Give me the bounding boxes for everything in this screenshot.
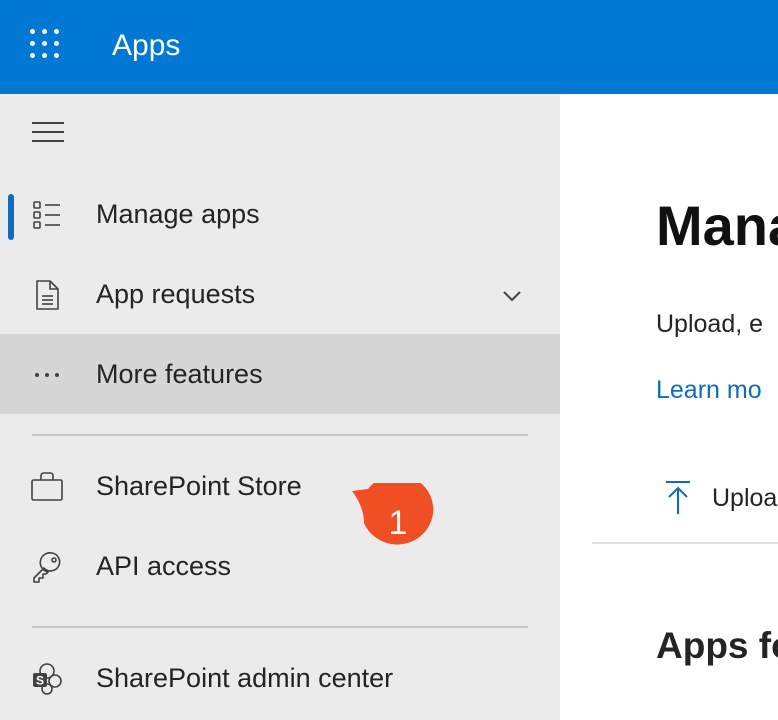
sidebar-item-label: App requests [96,279,256,309]
sidebar-item-label: SharePoint Store [96,471,302,501]
sidebar-divider [32,434,528,436]
more-icon [35,373,59,377]
command-bar-divider [592,542,778,544]
document-icon [36,280,59,310]
sidebar-item-sharepoint-store[interactable]: SharePoint Store [0,446,560,526]
top-bar: Apps [0,0,778,94]
callout-number: 1 [388,504,408,542]
sidebar-item-sharepoint-admin-center[interactable]: S SharePoint admin center [0,638,560,718]
main-content: Mana Upload, e Learn mo Uploa Apps fo [560,94,778,720]
sidebar-item-label: Manage apps [96,199,260,229]
list-icon [33,201,60,229]
sharepoint-icon: S [33,663,62,695]
sidebar-item-label: More features [96,359,263,389]
sidebar-item-label: SharePoint admin center [96,663,394,693]
upload-icon [666,481,690,514]
sidebar-nav: Manage apps App requests More features S… [0,94,560,720]
sidebar-item-app-requests[interactable]: App requests [0,254,560,334]
app-launcher-icon[interactable] [30,29,64,61]
sidebar-item-manage-apps[interactable]: Manage apps [0,174,560,254]
page-title: Mana [656,194,778,257]
sidebar-item-label: API access [96,551,232,581]
chevron-down-icon[interactable] [498,282,526,310]
upload-button[interactable]: Uploa [658,478,778,518]
section-heading: Apps fo [656,625,778,666]
hamburger-icon[interactable] [30,118,66,146]
sidebar-item-more-features[interactable]: More features [0,334,560,414]
active-indicator [8,194,14,240]
upload-label: Uploa [712,484,778,512]
learn-more-link[interactable]: Learn mo [656,374,762,406]
app-title: Apps [112,29,181,62]
sidebar-divider [32,626,528,628]
page-description: Upload, e [656,310,764,338]
svg-text:S: S [36,674,44,688]
sidebar-item-api-access[interactable]: API access [0,526,560,606]
key-icon [33,552,61,583]
shopping-bag-icon [31,472,63,501]
